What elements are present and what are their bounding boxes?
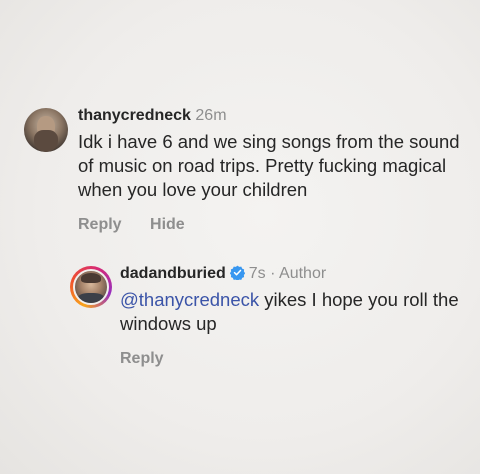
hide-button[interactable]: Hide	[150, 216, 185, 233]
reply-button[interactable]: Reply	[120, 350, 164, 367]
comment-thread: thanycredneck 26m Idk i have 6 and we si…	[0, 0, 480, 474]
comment-header: thanycredneck 26m	[78, 104, 468, 128]
comment-body: dadandburied 7s · Author @thanycredneck …	[120, 262, 470, 368]
comment-header: dadandburied 7s · Author	[120, 262, 470, 286]
avatar[interactable]	[24, 108, 68, 152]
username-link[interactable]: thanycredneck	[78, 107, 191, 124]
comment-timestamp: 26m	[195, 107, 227, 124]
username-link[interactable]: dadandburied	[120, 265, 226, 282]
comment-text: @thanycredneck yikes I hope you roll the…	[120, 288, 470, 336]
mention-link[interactable]: @thanycredneck	[120, 289, 259, 310]
avatar-beard	[34, 130, 58, 152]
comment-body: thanycredneck 26m Idk i have 6 and we si…	[78, 104, 468, 234]
separator-dot: ·	[270, 265, 276, 282]
verified-badge-icon	[229, 265, 245, 280]
avatar[interactable]	[73, 269, 109, 305]
comment-timestamp: 7s	[248, 265, 266, 282]
avatar-hair	[81, 273, 101, 283]
author-label: Author	[279, 265, 327, 282]
reply-button[interactable]: Reply	[78, 216, 122, 233]
comment-text: Idk i have 6 and we sing songs from the …	[78, 131, 460, 200]
comment-actions: Reply Hide	[78, 216, 468, 234]
comment-actions: Reply	[120, 350, 470, 368]
